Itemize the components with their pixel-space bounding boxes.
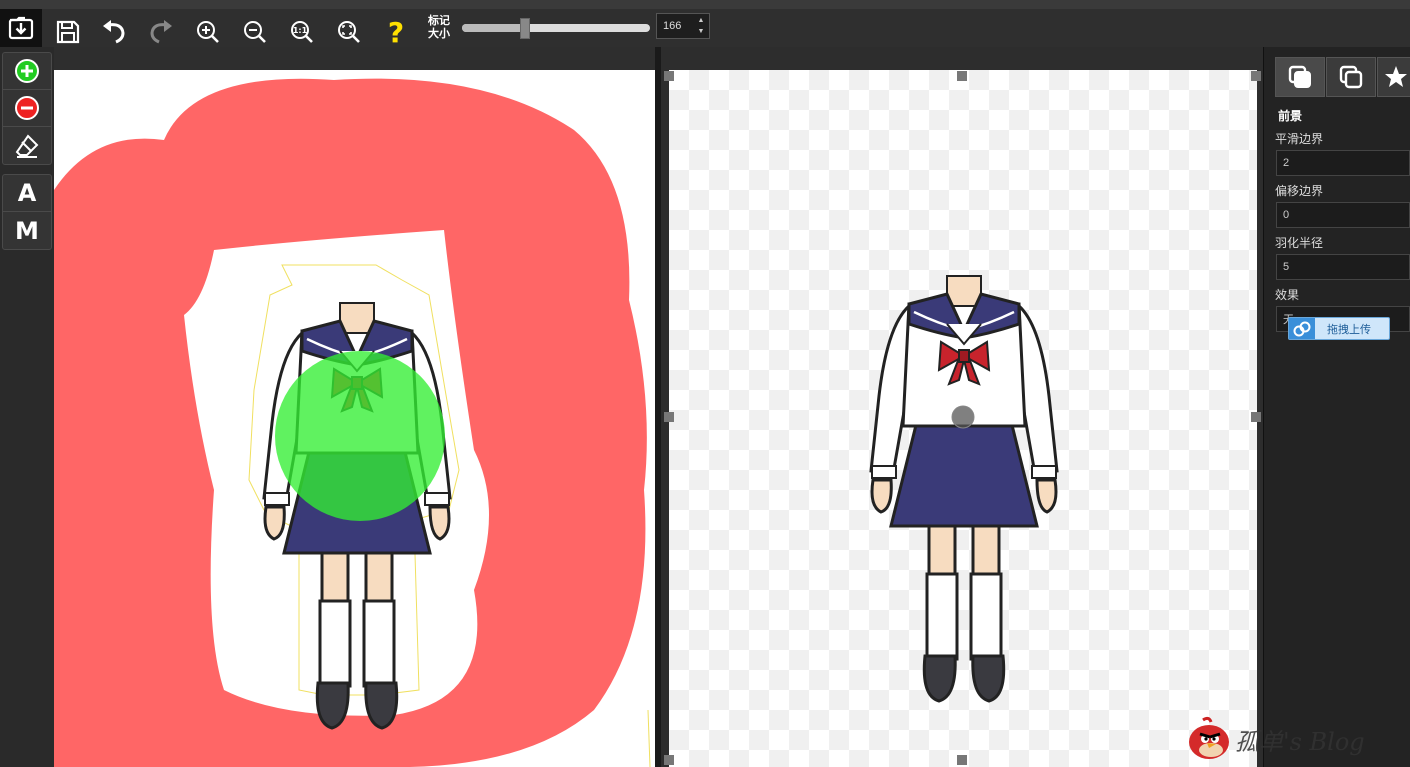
help-icon: ? xyxy=(387,15,405,49)
smooth-edge-input[interactable] xyxy=(1276,150,1410,176)
save-icon xyxy=(56,20,80,44)
svg-text:1:1: 1:1 xyxy=(293,26,308,35)
mode-tools-group: A M xyxy=(2,174,52,250)
star-icon xyxy=(1385,66,1407,87)
mark-background-button[interactable] xyxy=(3,90,51,127)
section-title: 前景 xyxy=(1278,109,1303,123)
upload-label: 拖拽上传 xyxy=(1327,322,1371,336)
offset-edge-label: 偏移边界 xyxy=(1275,184,1324,198)
undo-button[interactable] xyxy=(96,14,132,50)
mark-size-input[interactable] xyxy=(657,14,695,38)
tab-copy-layer[interactable] xyxy=(1326,57,1376,97)
mark-foreground-button[interactable] xyxy=(3,53,51,90)
figure-image-right xyxy=(869,275,1059,703)
minus-circle-icon xyxy=(15,96,39,120)
layers-icon xyxy=(1288,65,1311,88)
actual-size-icon: 1:1 xyxy=(291,21,313,43)
spin-up-icon[interactable]: ▲ xyxy=(695,15,707,26)
marking-panel-header xyxy=(54,47,657,70)
plus-circle-icon xyxy=(15,59,39,83)
resize-handle-ml[interactable] xyxy=(664,412,674,422)
resize-handle-bl[interactable] xyxy=(664,755,674,765)
eraser-icon xyxy=(15,133,39,158)
offset-edge-input[interactable] xyxy=(1276,202,1410,228)
mark-size-label: 标记大小 xyxy=(428,14,450,40)
zoom-in-button[interactable] xyxy=(190,14,226,50)
resize-handle-bm[interactable] xyxy=(957,755,967,765)
blog-watermark: 孤单's Blog xyxy=(1181,714,1410,767)
left-toolbox: A M xyxy=(0,47,54,767)
marking-panel xyxy=(54,47,657,767)
watermark-text: 孤单's Blog xyxy=(1235,728,1365,756)
center-handle xyxy=(951,405,975,429)
open-file-button[interactable] xyxy=(0,9,42,47)
undo-icon xyxy=(103,20,125,44)
cloud-upload-icon xyxy=(1289,318,1315,339)
feather-radius-input[interactable] xyxy=(1276,254,1410,280)
spin-down-icon[interactable]: ▼ xyxy=(695,26,707,37)
tab-favorites[interactable] xyxy=(1377,57,1410,97)
zoom-out-icon xyxy=(244,21,266,43)
zoom-out-button[interactable] xyxy=(237,14,273,50)
marking-canvas-drawing[interactable] xyxy=(54,70,655,767)
mark-tools-group xyxy=(2,52,52,165)
top-toolbar: 1:1 ? 标记大小 ▲ ▼ xyxy=(0,0,1410,50)
auto-mode-button[interactable]: A xyxy=(3,175,51,212)
fit-screen-button[interactable] xyxy=(331,14,367,50)
eraser-button[interactable] xyxy=(3,127,51,164)
save-button[interactable] xyxy=(50,14,86,50)
slider-thumb[interactable] xyxy=(520,18,531,39)
preview-canvas[interactable] xyxy=(669,70,1257,767)
help-button[interactable]: ? xyxy=(378,14,414,50)
smooth-edge-label: 平滑边界 xyxy=(1275,132,1324,146)
actual-size-button[interactable]: 1:1 xyxy=(284,14,320,50)
preview-panel xyxy=(661,47,1263,767)
slider-fill xyxy=(462,24,525,32)
resize-handle-mr[interactable] xyxy=(1251,412,1261,422)
fit-screen-icon xyxy=(338,21,360,43)
manual-mode-button[interactable]: M xyxy=(3,212,51,249)
drag-upload-button[interactable]: 拖拽上传 xyxy=(1288,317,1390,340)
resize-handle-tm[interactable] xyxy=(957,71,967,81)
resize-handle-tr[interactable] xyxy=(1251,71,1261,81)
foreground-mark-stroke xyxy=(275,351,445,521)
tab-foreground-layer[interactable] xyxy=(1275,57,1325,97)
angry-bird-logo xyxy=(1189,716,1229,759)
edge-marker xyxy=(647,709,651,767)
redo-icon xyxy=(150,20,172,44)
settings-tabs xyxy=(1275,57,1410,97)
feather-radius-label: 羽化半径 xyxy=(1275,236,1324,250)
marking-canvas[interactable] xyxy=(54,70,655,767)
settings-panel: 前景 平滑边界 偏移边界 羽化半径 效果 xyxy=(1263,47,1410,767)
effect-label: 效果 xyxy=(1275,288,1300,302)
redo-button[interactable] xyxy=(143,14,179,50)
open-file-icon xyxy=(8,16,34,40)
resize-handle-tl[interactable] xyxy=(664,71,674,81)
preview-canvas-drawing xyxy=(869,275,1059,703)
mark-size-slider[interactable] xyxy=(462,18,650,39)
copy-icon xyxy=(1339,65,1363,89)
mark-size-spinner[interactable]: ▲ ▼ xyxy=(656,13,710,39)
zoom-in-icon xyxy=(197,21,219,43)
